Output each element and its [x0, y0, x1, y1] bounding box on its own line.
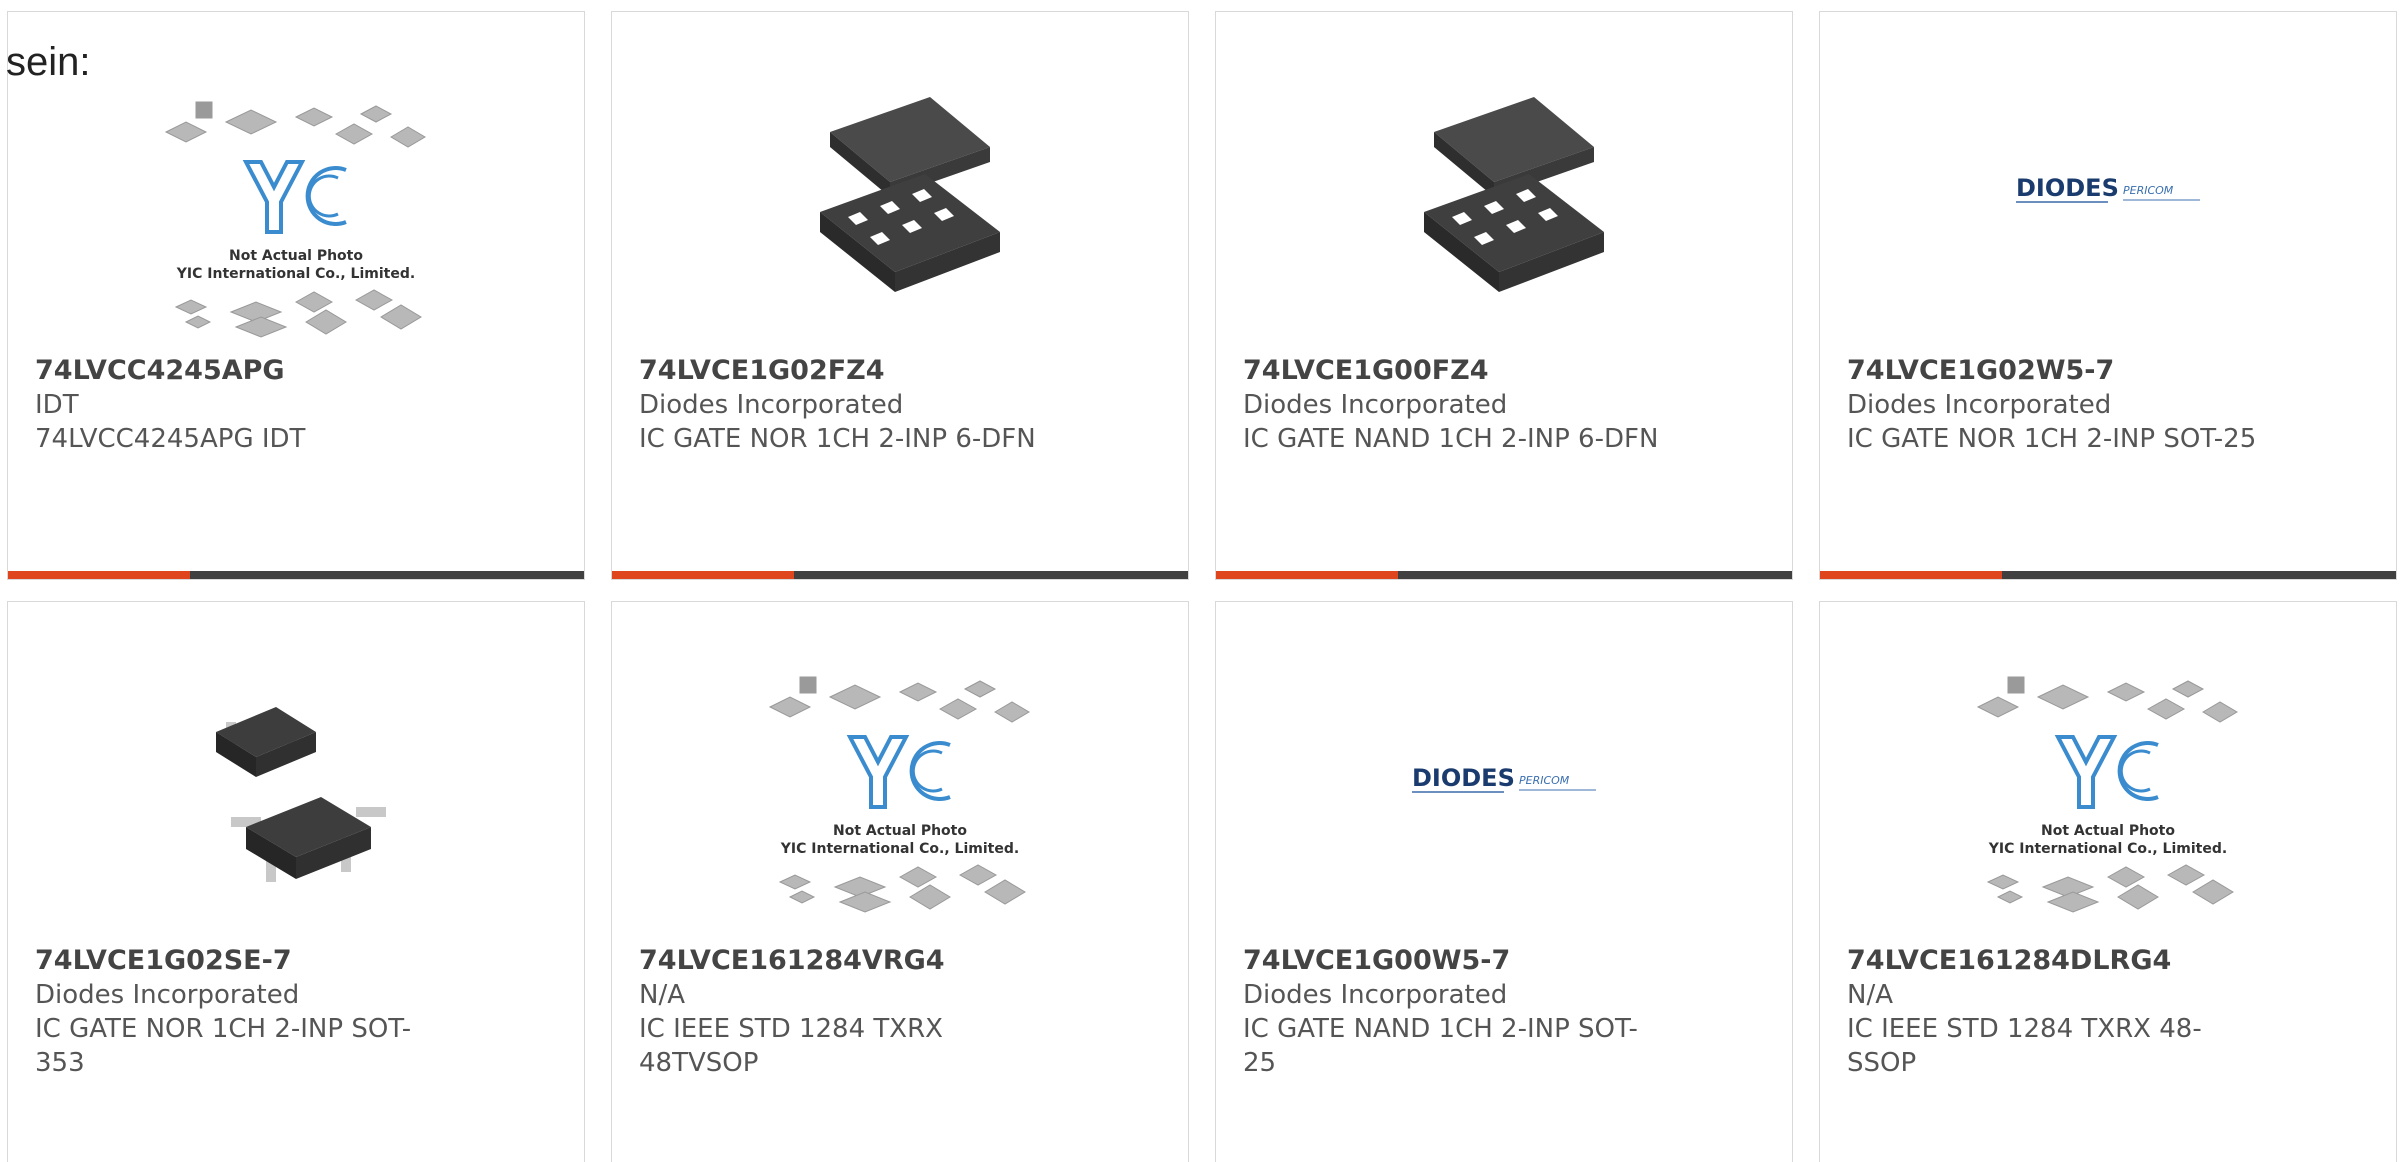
product-image-diodes-logo[interactable]: DIODES PERICOM: [1364, 667, 1644, 927]
description: IC IEEE STD 1284 TXRX 48TVSOP: [639, 1014, 943, 1078]
product-info: 74LVCC4245APG IDT 74LVCC4245APG IDT: [35, 354, 455, 456]
placeholder-line1: Not Actual Photo: [2041, 823, 2175, 839]
description: IC GATE NAND 1CH 2-INP SOT-25: [1243, 1014, 1638, 1078]
pericom-brand-text: PERICOM: [1519, 774, 1570, 787]
manufacturer: N/A: [639, 980, 685, 1010]
part-number-link[interactable]: 74LVCE161284DLRG4: [1847, 944, 2267, 978]
part-number-link[interactable]: 74LVCE161284VRG4: [639, 944, 1059, 978]
card-footer-accent: [1820, 571, 2002, 579]
product-card[interactable]: Not Actual Photo YIC International Co., …: [611, 601, 1189, 1162]
product-image-dfn[interactable]: [760, 92, 1040, 352]
part-number-link[interactable]: 74LVCE1G02W5-7: [1847, 354, 2267, 388]
product-image-sot[interactable]: [156, 667, 436, 927]
description: IC GATE NOR 1CH 2-INP 6-DFN: [639, 424, 1036, 454]
description: IC GATE NOR 1CH 2-INP SOT-353: [35, 1014, 412, 1078]
part-number-link[interactable]: 74LVCE1G00FZ4: [1243, 354, 1663, 388]
placeholder-line2: YIC International Co., Limited.: [176, 266, 415, 282]
placeholder-line1: Not Actual Photo: [229, 248, 363, 264]
manufacturer: Diodes Incorporated: [1243, 390, 1508, 420]
product-info: 74LVCE161284DLRG4 N/A IC IEEE STD 1284 T…: [1847, 944, 2267, 1080]
card-footer-bar: [1216, 571, 1792, 579]
product-card[interactable]: 74LVCE1G02SE-7 Diodes Incorporated IC GA…: [7, 601, 585, 1162]
product-info: 74LVCE1G00W5-7 Diodes Incorporated IC GA…: [1243, 944, 1643, 1080]
product-card[interactable]: 74LVCE1G00FZ4 Diodes Incorporated IC GAT…: [1215, 11, 1793, 580]
manufacturer: IDT: [35, 390, 79, 420]
diodes-brand-text: DIODES: [2016, 174, 2119, 202]
product-card[interactable]: Not Actual Photo YIC International Co., …: [1819, 601, 2397, 1162]
part-number-link[interactable]: 74LVCE1G00W5-7: [1243, 944, 1643, 978]
placeholder-line2: YIC International Co., Limited.: [780, 841, 1019, 857]
part-number-link[interactable]: 74LVCE1G02FZ4: [639, 354, 1059, 388]
product-info: 74LVCE1G00FZ4 Diodes Incorporated IC GAT…: [1243, 354, 1663, 456]
card-footer-accent: [8, 571, 190, 579]
part-number-link[interactable]: 74LVCE1G02SE-7: [35, 944, 455, 978]
description: IC IEEE STD 1284 TXRX 48-SSOP: [1847, 1014, 2202, 1078]
diodes-brand-text: DIODES: [1412, 764, 1515, 792]
card-footer-bar: [1820, 571, 2396, 579]
intro-text: sein:: [6, 40, 91, 84]
manufacturer: Diodes Incorporated: [1243, 980, 1508, 1010]
product-info: 74LVCE1G02FZ4 Diodes Incorporated IC GAT…: [639, 354, 1059, 456]
part-number-link[interactable]: 74LVCC4245APG: [35, 354, 455, 388]
product-image-dfn[interactable]: [1364, 92, 1644, 352]
product-info: 74LVCE1G02W5-7 Diodes Incorporated IC GA…: [1847, 354, 2267, 456]
product-card[interactable]: 74LVCE1G02FZ4 Diodes Incorporated IC GAT…: [611, 11, 1189, 580]
product-card[interactable]: Not Actual Photo YIC International Co., …: [7, 11, 585, 580]
product-card[interactable]: DIODES PERICOM 74LVCE1G00W5-7 Diodes Inc…: [1215, 601, 1793, 1162]
card-footer-bar: [8, 571, 584, 579]
product-info: 74LVCE1G02SE-7 Diodes Incorporated IC GA…: [35, 944, 455, 1080]
manufacturer: Diodes Incorporated: [1847, 390, 2112, 420]
product-image-placeholder[interactable]: Not Actual Photo YIC International Co., …: [760, 667, 1040, 927]
description: IC GATE NOR 1CH 2-INP SOT-25: [1847, 424, 2257, 454]
manufacturer: Diodes Incorporated: [35, 980, 300, 1010]
product-grid-page: sein: Not Actual Photo YIC International…: [0, 0, 2400, 1162]
description: 74LVCC4245APG IDT: [35, 424, 306, 454]
placeholder-line2: YIC International Co., Limited.: [1988, 841, 2227, 857]
card-footer-accent: [1216, 571, 1398, 579]
card-footer-bar: [612, 571, 1188, 579]
pericom-brand-text: PERICOM: [2123, 184, 2174, 197]
manufacturer: N/A: [1847, 980, 1893, 1010]
placeholder-line1: Not Actual Photo: [833, 823, 967, 839]
card-footer-accent: [612, 571, 794, 579]
description: IC GATE NAND 1CH 2-INP 6-DFN: [1243, 424, 1659, 454]
product-image-diodes-logo[interactable]: DIODES PERICOM: [1968, 92, 2248, 352]
manufacturer: Diodes Incorporated: [639, 390, 904, 420]
product-info: 74LVCE161284VRG4 N/A IC IEEE STD 1284 TX…: [639, 944, 1059, 1080]
product-card[interactable]: DIODES PERICOM 74LVCE1G02W5-7 Diodes Inc…: [1819, 11, 2397, 580]
product-image-placeholder[interactable]: Not Actual Photo YIC International Co., …: [156, 92, 436, 352]
product-image-placeholder[interactable]: Not Actual Photo YIC International Co., …: [1968, 667, 2248, 927]
